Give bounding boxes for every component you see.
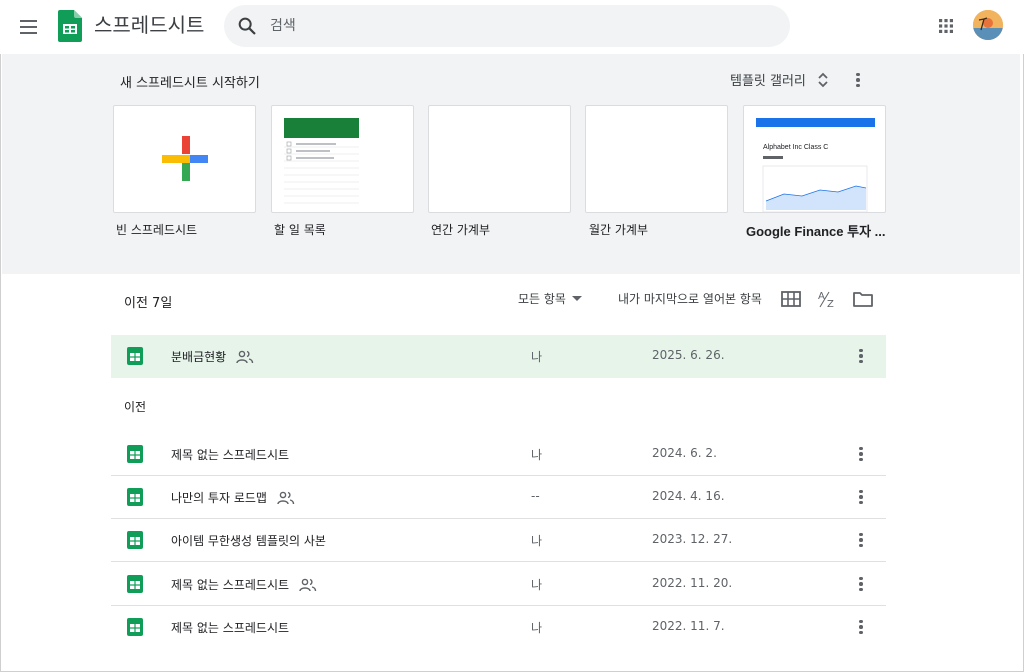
sheets-file-icon	[127, 347, 143, 365]
template-annual-budget[interactable]	[428, 105, 571, 213]
owner-filter-label: 모든 항목	[518, 292, 566, 306]
app-header: 스프레드시트	[0, 0, 1024, 54]
file-row[interactable]: 분배금현황 나 2025. 6. 26.	[111, 335, 886, 378]
dropdown-arrow-icon	[571, 295, 582, 301]
file-name: 분배금현황	[171, 348, 254, 365]
file-name-text: 제목 없는 스프레드시트	[171, 448, 290, 462]
file-more-options-icon[interactable]	[851, 444, 871, 464]
file-name: 아이템 무한생성 템플릿의 사본	[171, 532, 326, 549]
sheets-file-icon	[127, 531, 143, 549]
shared-people-icon	[299, 578, 317, 591]
owner-filter-dropdown[interactable]: 모든 항목	[518, 290, 582, 307]
sort-by-last-opened[interactable]: 내가 마지막으로 열어본 항목	[618, 290, 762, 307]
file-owner: 나	[531, 578, 543, 592]
todo-preview-thumbnail	[284, 118, 359, 204]
file-row[interactable]: 제목 없는 스프레드시트 나 2022. 11. 20.	[111, 563, 886, 606]
sort-az-icon[interactable]: A Z	[816, 288, 838, 310]
file-row[interactable]: 제목 없는 스프레드시트 나 2024. 6. 2.	[111, 433, 886, 476]
file-more-options-icon[interactable]	[851, 617, 871, 637]
file-row[interactable]: 아이템 무한생성 템플릿의 사본 나 2023. 12. 27.	[111, 519, 886, 562]
file-name-text: 분배금현황	[171, 350, 227, 364]
file-last-opened: 2023. 12. 27.	[652, 532, 733, 546]
folder-icon[interactable]	[852, 288, 874, 310]
template-todo[interactable]	[271, 105, 414, 213]
template-label-blank[interactable]: 빈 스프레드시트	[116, 221, 197, 238]
shared-people-icon	[277, 491, 295, 504]
sheets-file-icon	[127, 575, 143, 593]
file-last-opened: 2024. 6. 2.	[652, 446, 717, 460]
recent-section-title: 이전 7일	[124, 296, 173, 311]
template-google-finance[interactable]: Alphabet Inc Class C	[743, 105, 886, 213]
finance-preview-thumbnail: Alphabet Inc Class C	[756, 118, 875, 212]
file-name: 나만의 투자 로드맵	[171, 489, 295, 506]
sheets-logo-icon[interactable]	[58, 10, 82, 42]
template-blank[interactable]	[113, 105, 256, 213]
sheets-file-icon	[127, 445, 143, 463]
template-label-annual-budget[interactable]: 연간 가계부	[431, 221, 490, 238]
template-more-options-icon[interactable]	[848, 70, 868, 90]
search-icon[interactable]	[236, 15, 258, 37]
file-last-opened: 2022. 11. 7.	[652, 619, 725, 633]
google-apps-icon[interactable]	[934, 14, 958, 38]
search-bar[interactable]	[224, 5, 790, 47]
template-gallery-label: 템플릿 갤러리	[730, 74, 806, 89]
file-last-opened: 2022. 11. 20.	[652, 576, 733, 590]
file-name: 제목 없는 스프레드시트	[171, 619, 289, 636]
file-last-opened: 2024. 4. 16.	[652, 489, 725, 503]
older-group-label: 이전	[124, 400, 147, 414]
unfold-icon	[818, 72, 828, 87]
template-label-monthly-budget[interactable]: 월간 가계부	[589, 221, 648, 238]
sheets-file-icon	[127, 488, 143, 506]
file-name-text: 제목 없는 스프레드시트	[171, 621, 290, 635]
file-more-options-icon[interactable]	[851, 574, 871, 594]
svg-text:Z: Z	[827, 299, 834, 310]
search-input[interactable]	[270, 5, 770, 47]
file-name-text: 제목 없는 스프레드시트	[171, 578, 290, 592]
file-name-text: 나만의 투자 로드맵	[171, 491, 267, 505]
file-name-text: 아이템 무한생성 템플릿의 사본	[171, 534, 326, 548]
file-name: 제목 없는 스프레드시트	[171, 446, 289, 463]
file-owner: 나	[531, 448, 543, 462]
file-last-opened: 2025. 6. 26.	[652, 348, 725, 362]
file-owner: 나	[531, 350, 543, 364]
file-row[interactable]: 제목 없는 스프레드시트 나 2022. 11. 7.	[111, 606, 886, 649]
file-more-options-icon[interactable]	[851, 487, 871, 507]
template-section-title: 새 스프레드시트 시작하기	[120, 76, 260, 91]
shared-people-icon	[236, 350, 254, 363]
file-row[interactable]: 나만의 투자 로드맵 -- 2024. 4. 16.	[111, 476, 886, 519]
file-owner: 나	[531, 621, 543, 635]
template-monthly-budget[interactable]	[585, 105, 728, 213]
file-more-options-icon[interactable]	[851, 530, 871, 550]
file-more-options-icon[interactable]	[851, 346, 871, 366]
grid-view-icon[interactable]	[780, 288, 802, 310]
finance-preview-title: Alphabet Inc Class C	[763, 144, 828, 151]
template-label-finance[interactable]: Google Finance 투자 ...	[746, 221, 886, 240]
file-name: 제목 없는 스프레드시트	[171, 576, 317, 593]
file-owner: --	[531, 489, 540, 503]
sheets-file-icon	[127, 618, 143, 636]
plus-icon	[162, 136, 208, 181]
main-menu-icon[interactable]	[14, 13, 42, 41]
file-owner: 나	[531, 534, 543, 548]
template-gallery-button[interactable]: 템플릿 갤러리	[730, 70, 830, 89]
account-avatar[interactable]	[973, 10, 1003, 40]
template-label-todo[interactable]: 할 일 목록	[274, 221, 326, 238]
app-title[interactable]: 스프레드시트	[94, 13, 204, 37]
